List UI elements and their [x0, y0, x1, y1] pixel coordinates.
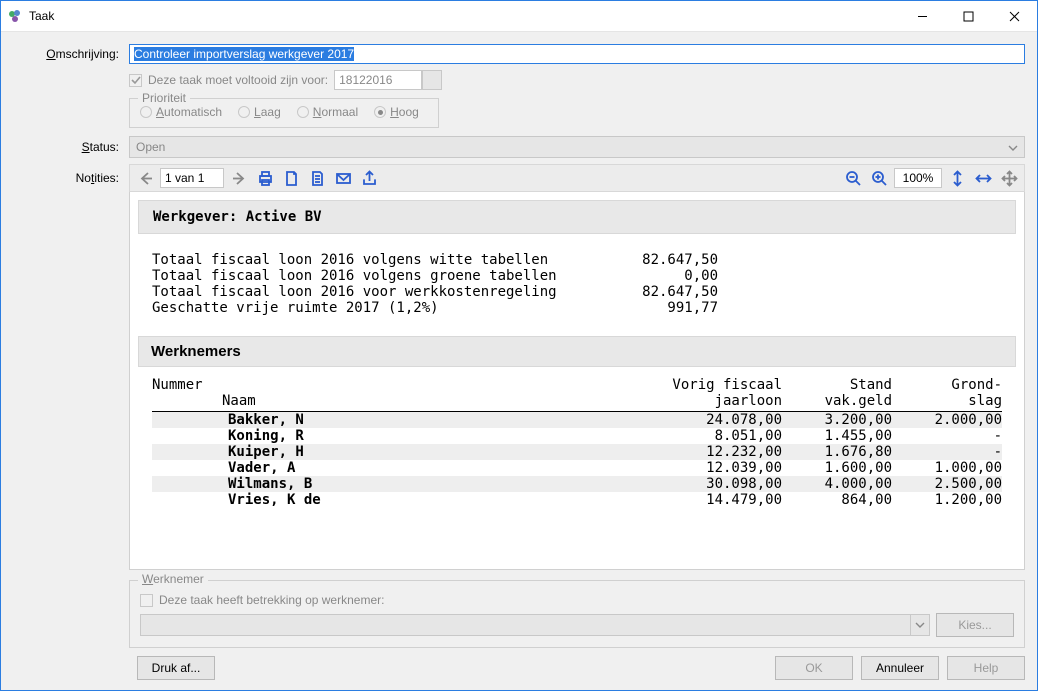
kies-button: Kies...	[936, 613, 1014, 637]
table-row: Vries, K de14.479,00864,001.200,00	[152, 492, 1002, 508]
ok-button: OK	[775, 656, 853, 680]
titlebar: Taak	[1, 1, 1037, 32]
werknemer-legend: Werknemer	[138, 572, 208, 586]
fit-width-button[interactable]	[972, 167, 994, 189]
werknemer-checkbox	[140, 594, 153, 607]
werknemers-section-title: Werknemers	[138, 336, 1016, 367]
werknemer-combo	[140, 614, 930, 636]
deadline-input: 18122016	[334, 70, 422, 90]
next-page-button[interactable]	[228, 167, 250, 189]
app-icon	[7, 8, 23, 24]
task-window: Taak Omschrijving: Controleer importvers…	[0, 0, 1038, 691]
werknemer-checkbox-label: Deze taak heeft betrekking op werknemer:	[159, 593, 384, 607]
help-button: Help	[947, 656, 1025, 680]
pdf-button[interactable]	[280, 167, 302, 189]
report-toolbar	[129, 164, 1025, 192]
werknemer-fieldset: Werknemer Deze taak heeft betrekking op …	[129, 580, 1025, 648]
print-button[interactable]	[254, 167, 276, 189]
report-totals: Totaal fiscaal loon 2016 volgens witte t…	[138, 234, 1016, 324]
maximize-button[interactable]	[945, 1, 991, 31]
deadline-picker-button	[422, 70, 442, 90]
table-row: Vader, A12.039,001.600,001.000,00	[152, 460, 1002, 476]
status-select: Open	[129, 136, 1025, 158]
priority-fieldset: Prioriteit AutomatischLaagNormaalHoog	[129, 98, 439, 128]
table-row: Wilmans, B30.098,004.000,002.500,00	[152, 476, 1002, 492]
priority-radio-aag: Laag	[238, 105, 281, 119]
table-row: Bakker, N24.078,003.200,002.000,00	[152, 412, 1002, 428]
close-button[interactable]	[991, 1, 1037, 31]
omschrijving-label: Omschrijving:	[13, 47, 129, 61]
prev-page-button[interactable]	[134, 167, 156, 189]
priority-legend: Prioriteit	[138, 91, 190, 105]
deadline-label: Deze taak moet voltooid zijn voor:	[148, 73, 328, 87]
window-controls	[899, 1, 1037, 31]
deadline-checkbox	[129, 74, 142, 87]
fit-height-button[interactable]	[946, 167, 968, 189]
table-row: Kuiper, H12.232,001.676,80-	[152, 444, 1002, 460]
zoom-input[interactable]	[894, 168, 942, 188]
totals-row: Totaal fiscaal loon 2016 voor werkkosten…	[152, 284, 1002, 300]
table-header: Nummer Naam Vorig fiscaaljaarloon Standv…	[152, 377, 1002, 412]
report-pane[interactable]: Werkgever: Active BV Totaal fiscaal loon…	[129, 192, 1025, 570]
export-button[interactable]	[358, 167, 380, 189]
totals-row: Totaal fiscaal loon 2016 volgens witte t…	[152, 252, 1002, 268]
dialog-footer: Druk af... OK Annuleer Help	[129, 656, 1025, 680]
report-header: Werkgever: Active BV	[138, 200, 1016, 234]
email-button[interactable]	[332, 167, 354, 189]
window-title: Taak	[29, 9, 899, 23]
omschrijving-input[interactable]: Controleer importverslag werkgever 2017	[129, 44, 1025, 64]
cancel-button[interactable]: Annuleer	[861, 656, 939, 680]
zoom-in-button[interactable]	[868, 167, 890, 189]
pager-input[interactable]	[160, 168, 224, 188]
print-dialog-button[interactable]: Druk af...	[137, 656, 215, 680]
window-body: Omschrijving: Controleer importverslag w…	[1, 32, 1037, 690]
chevron-down-icon	[910, 615, 929, 635]
fit-page-button[interactable]	[998, 167, 1020, 189]
priority-radio-oog: Hoog	[374, 105, 419, 119]
totals-row: Totaal fiscaal loon 2016 volgens groene …	[152, 268, 1002, 284]
zoom-out-button[interactable]	[842, 167, 864, 189]
priority-radio-ormaal: Normaal	[297, 105, 358, 119]
status-label: Status:	[13, 140, 129, 154]
table-row: Koning, R8.051,001.455,00-	[152, 428, 1002, 444]
notities-label: Notities:	[13, 171, 129, 185]
chevron-down-icon	[1008, 140, 1018, 154]
totals-row: Geschatte vrije ruimte 2017 (1,2%)991,77	[152, 300, 1002, 316]
werknemers-table: Nummer Naam Vorig fiscaaljaarloon Standv…	[138, 367, 1016, 508]
document-button[interactable]	[306, 167, 328, 189]
priority-radio-utomatisch: Automatisch	[140, 105, 222, 119]
minimize-button[interactable]	[899, 1, 945, 31]
